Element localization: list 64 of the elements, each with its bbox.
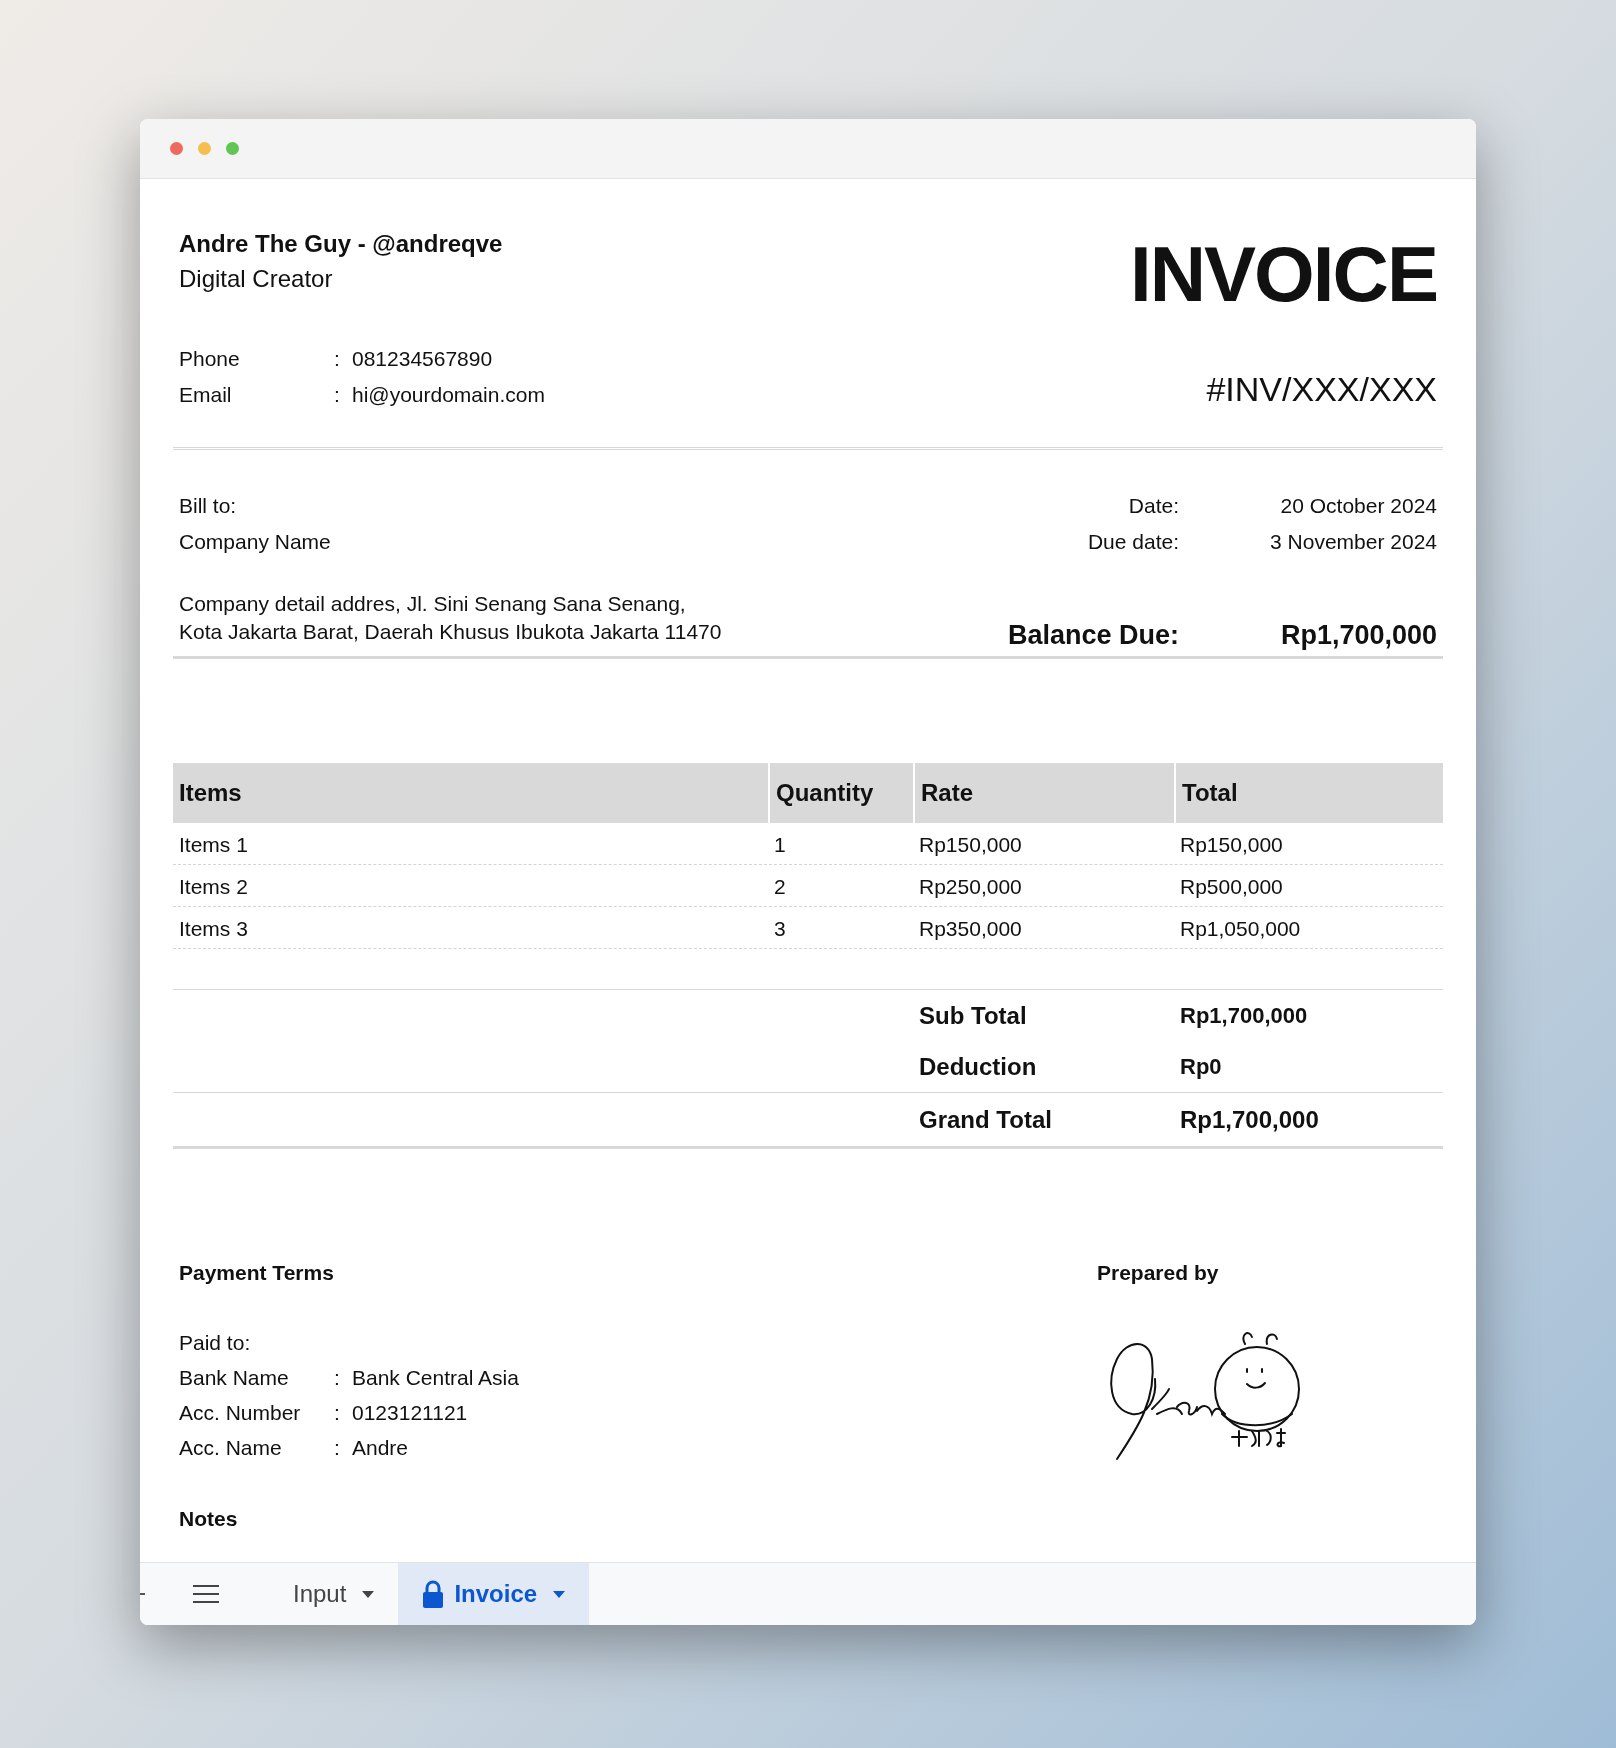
table-cell-text: Rp500,000 [1179, 873, 1284, 900]
contact-label: Email [179, 382, 233, 408]
table-cell-text: 1 [773, 831, 787, 858]
balance-due-label: Balance Due: [1006, 619, 1179, 652]
contact-value: hi@yourdomain.com [352, 382, 545, 408]
sender-role: Digital Creator [179, 264, 334, 294]
column-header: Items [178, 778, 243, 808]
table-cell-text: Items 3 [178, 915, 249, 942]
table-cell-text: Rp250,000 [918, 873, 1023, 900]
company-address: Kota Jakarta Barat, Daerah Khusus Ibukota Jakarta 11470 [179, 619, 722, 645]
separator: : [334, 1365, 341, 1391]
total-label: Sub Total [918, 1000, 1028, 1031]
paid-to-label: Paid to: [179, 1330, 252, 1356]
invoice-title: INVOICE [1129, 229, 1437, 319]
date-label: Date: [1127, 493, 1179, 519]
invoice-number: #INV/XXX/XXX [1206, 369, 1437, 409]
prepared-by-title: Prepared by [1097, 1260, 1220, 1286]
date-label: Due date: [1086, 529, 1179, 555]
close-window-button[interactable] [170, 142, 183, 155]
total-value: Rp0 [1179, 1053, 1223, 1081]
company-address: Company detail addres, Jl. Sini Senang Sana Senang, [179, 591, 687, 617]
table-cell-text: 3 [773, 915, 787, 942]
payment-field-label: Acc. Name [179, 1435, 283, 1461]
caret-icon [362, 1590, 375, 1598]
payment-field-label: Acc. Number [179, 1400, 302, 1426]
table-cell-text: Rp150,000 [918, 831, 1023, 858]
separator: : [334, 1400, 341, 1426]
sheet-tab[interactable]: Input [269, 1563, 399, 1625]
column-header: Total [1174, 763, 1433, 823]
sheet-tab[interactable]: Invoice [398, 1563, 590, 1625]
table-cell-text: Items 2 [178, 873, 249, 900]
table-cell-text: Rp350,000 [918, 915, 1023, 942]
contact-value: 081234567890 [352, 346, 493, 372]
menu-icon[interactable] [193, 1585, 219, 1603]
notes-title: Notes [179, 1506, 239, 1532]
sender-name: Andre The Guy - @andreqve [179, 229, 504, 259]
payment-field-value: 0123121121 [352, 1400, 468, 1426]
total-value: Rp1,700,000 [1179, 1104, 1320, 1135]
separator: : [334, 346, 341, 372]
table-cell-text: Rp1,050,000 [1179, 915, 1302, 942]
payment-terms-title: Payment Terms [179, 1260, 335, 1286]
payment-field-value: Bank Central Asia [352, 1365, 519, 1391]
table-cell-text: Items 1 [178, 831, 249, 858]
bill-to-label: Bill to: [179, 493, 238, 519]
caret-icon [553, 1590, 566, 1598]
maximize-window-button[interactable] [226, 142, 239, 155]
table-cell-text: Rp150,000 [1179, 831, 1284, 858]
company-name: Company Name [179, 529, 332, 555]
balance-due-value: Rp1,700,000 [1279, 619, 1437, 652]
total-label: Grand Total [918, 1104, 1053, 1135]
payment-field-label: Bank Name [179, 1365, 290, 1391]
payment-field-value: Andre [352, 1435, 409, 1461]
date-value: 3 November 2024 [1269, 529, 1437, 555]
date-value: 20 October 2024 [1279, 493, 1437, 519]
table-cell-text: 2 [773, 873, 787, 900]
minimize-window-button[interactable] [198, 142, 211, 155]
total-label: Deduction [918, 1051, 1038, 1082]
contact-label: Phone [179, 346, 241, 372]
scroll-mark [140, 1593, 145, 1595]
separator: : [334, 1435, 341, 1461]
total-value: Rp1,700,000 [1179, 1002, 1309, 1030]
column-header: Rate [913, 763, 1174, 823]
column-header: Quantity [768, 763, 913, 823]
separator: : [334, 382, 341, 408]
